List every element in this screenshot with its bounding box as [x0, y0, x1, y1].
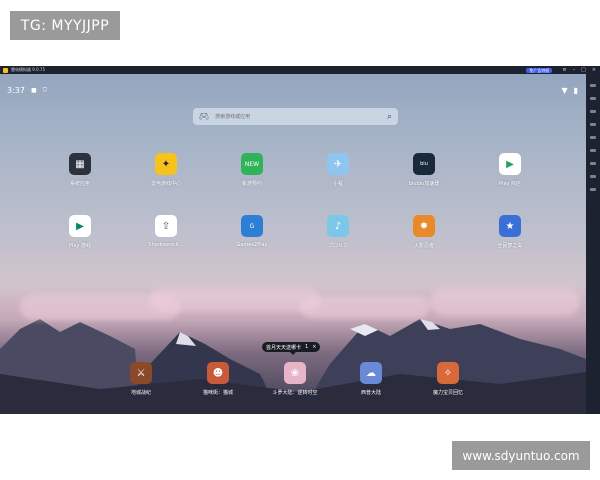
- toolbar-more-icon[interactable]: [590, 188, 596, 191]
- promo-text: 首月天天送哪卡: [266, 344, 302, 351]
- naruto-icon: ✸: [413, 215, 435, 237]
- search-input[interactable]: [213, 112, 387, 121]
- dream-island-icon: ★: [499, 215, 521, 237]
- toolbar-keyboard-icon[interactable]: [590, 84, 596, 87]
- app-label: Play 游戏: [68, 243, 92, 249]
- status-bar-right: ▼ ▮: [561, 86, 578, 95]
- app-new-games[interactable]: NEW 新游预约: [227, 153, 277, 187]
- app-label: 雷电游戏中心: [150, 181, 181, 187]
- app-label: biubiu加速器: [408, 181, 440, 187]
- app-logo-icon: [3, 67, 8, 73]
- system-apps-icon: ▦: [69, 153, 91, 175]
- bird-icon: ✈: [327, 153, 349, 175]
- search-icon[interactable]: ⌕: [387, 112, 392, 122]
- battery-icon: ▮: [573, 86, 578, 95]
- douluo-icon: ❀: [284, 362, 306, 384]
- app-dream-island[interactable]: ★ 全民梦之岛: [485, 215, 535, 249]
- menu-icon[interactable]: ≡: [562, 66, 566, 74]
- dungeon-icon: ⚔: [130, 362, 152, 384]
- games2play-icon: G: [241, 215, 263, 237]
- app-label: Shadowrock...: [148, 242, 184, 248]
- app-biubiu[interactable]: biu biubiu加速器: [399, 153, 449, 187]
- clock: 3:37: [7, 86, 25, 95]
- close-icon[interactable]: ×: [312, 344, 316, 350]
- shield-icon: ⛉: [42, 86, 48, 94]
- notification-icon: ■: [30, 87, 37, 94]
- vip-button[interactable]: 免广告特权: [526, 67, 553, 73]
- gamepad-icon: ✦: [155, 153, 177, 175]
- rocket-icon: ⇧: [155, 215, 177, 237]
- app-mini-program[interactable]: ✈ 小程: [313, 153, 363, 187]
- search-bar[interactable]: 🎮︎ ⌕: [193, 108, 398, 125]
- emulator-toolbar: [586, 74, 600, 414]
- gamepad-icon: 🎮︎: [199, 112, 210, 121]
- app-label: Games2Play: [236, 242, 268, 248]
- watermark-top: TG: MYYJJPP: [10, 11, 120, 40]
- app-label: 西普大陆: [360, 390, 381, 396]
- proseka-icon: ♪: [327, 215, 349, 237]
- app-play-store[interactable]: ▶ Play 商店: [485, 153, 535, 187]
- dock-app-cat-street[interactable]: ☻ 猫咪街：猫城: [193, 362, 243, 396]
- app-game-center[interactable]: ✦ 雷电游戏中心: [141, 153, 191, 187]
- toolbar-shake-icon[interactable]: [590, 149, 596, 152]
- maximize-icon[interactable]: □: [581, 66, 586, 74]
- toolbar-install-icon[interactable]: [590, 136, 596, 139]
- app-label: 斗罗大陆：逆转时空: [272, 390, 318, 396]
- crossgate-icon: ✧: [437, 362, 459, 384]
- app-naruto[interactable]: ✸ 火影忍者: [399, 215, 449, 249]
- app-label: 全民梦之岛: [497, 243, 523, 249]
- app-label: Play 商店: [498, 181, 522, 187]
- dock-app-douluo[interactable]: ❀ 斗罗大陆：逆转时空: [270, 362, 320, 396]
- play-games-icon: ▶: [69, 215, 91, 237]
- app-label: 新游预约: [241, 181, 262, 187]
- toolbar-record-icon[interactable]: [590, 123, 596, 126]
- promo-banner[interactable]: 首月天天送哪卡 1 ×: [262, 342, 321, 355]
- watermark-bottom: www.sdyuntuo.com: [452, 441, 590, 470]
- dock-app-dungeon[interactable]: ⚔ 地城战纪: [116, 362, 166, 396]
- xipu-icon: ☁: [360, 362, 382, 384]
- biubiu-icon: biu: [413, 153, 435, 175]
- emulator-window: 雷电模拟器 9.0.75 免广告特权 ≡ – □ × 3:37 ■ ⛉ ▼ ▮: [0, 66, 600, 414]
- new-badge-icon: NEW: [241, 153, 263, 175]
- app-label: 火影忍者: [413, 243, 434, 249]
- dock-app-crossgate[interactable]: ✧ 魔力宝贝回忆: [423, 362, 473, 396]
- app-label: 猫咪街：猫城: [202, 390, 233, 396]
- toolbar-rotate-icon[interactable]: [590, 162, 596, 165]
- app-label: プロセカ: [327, 243, 348, 249]
- minimize-icon[interactable]: –: [573, 66, 576, 74]
- app-system-apps[interactable]: ▦ 系统应用: [55, 153, 105, 187]
- wifi-icon: ▼: [561, 86, 568, 95]
- app-shadowrocket[interactable]: ⇧ Shadowrock...: [141, 215, 191, 248]
- titlebar: 雷电模拟器 9.0.75 免广告特权 ≡ – □ ×: [0, 66, 600, 74]
- toolbar-screenshot-icon[interactable]: [590, 110, 596, 113]
- app-label: 魔力宝贝回忆: [432, 390, 463, 396]
- toolbar-multi-icon[interactable]: [590, 175, 596, 178]
- status-bar-left: 3:37 ■ ⛉: [7, 86, 47, 95]
- app-play-games[interactable]: ▶ Play 游戏: [55, 215, 105, 249]
- app-games2play[interactable]: G Games2Play: [227, 215, 277, 248]
- promo-count: 1: [305, 344, 309, 350]
- app-proseka[interactable]: ♪ プロセカ: [313, 215, 363, 249]
- toolbar-volume-icon[interactable]: [590, 97, 596, 100]
- dock-app-xipu[interactable]: ☁ 西普大陆: [346, 362, 396, 396]
- play-store-icon: ▶: [499, 153, 521, 175]
- window-title: 雷电模拟器 9.0.75: [11, 67, 45, 72]
- cat-street-icon: ☻: [207, 362, 229, 384]
- app-label: 地城战纪: [130, 390, 151, 396]
- close-icon[interactable]: ×: [592, 66, 596, 74]
- android-screen: 3:37 ■ ⛉ ▼ ▮ 🎮︎ ⌕ ▦ 系统应用 ✦ 雷电游戏中心 NEW 新游…: [0, 74, 586, 414]
- app-label: 小程: [332, 181, 343, 187]
- app-label: 系统应用: [69, 181, 90, 187]
